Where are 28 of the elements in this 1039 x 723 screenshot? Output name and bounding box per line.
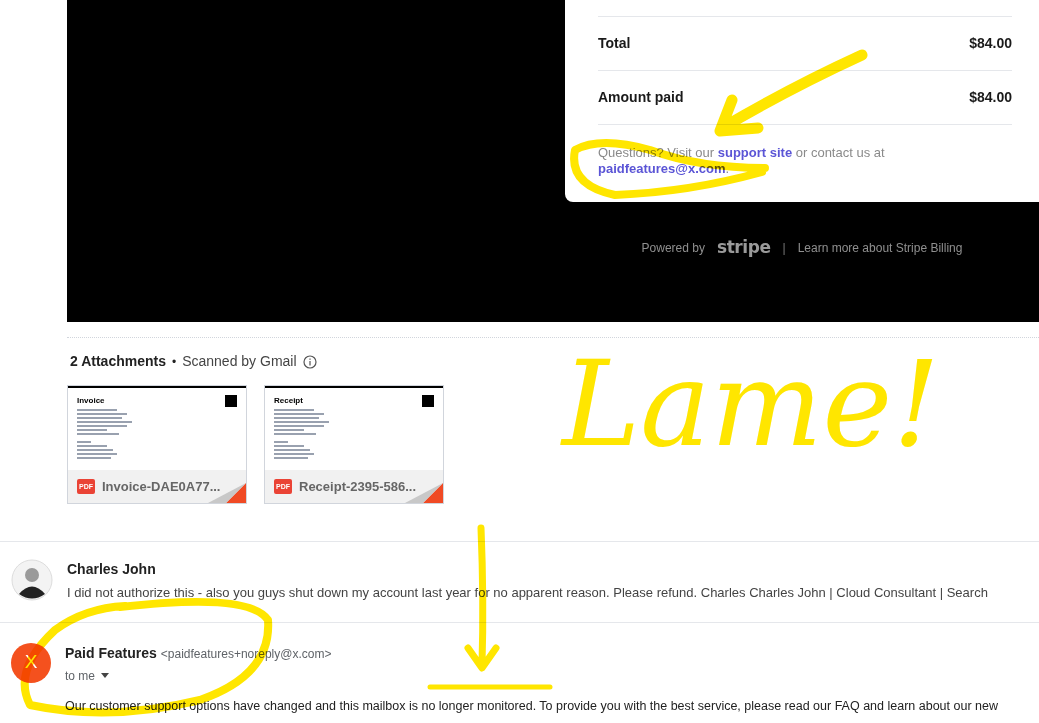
logo-icon <box>422 395 434 407</box>
sender-name: Charles John <box>67 560 156 579</box>
document-title: Invoice <box>77 396 105 405</box>
separator-text: | <box>782 239 786 257</box>
receipt-amount: $84.00 <box>969 88 1012 107</box>
stripe-logo: stripe <box>716 236 771 259</box>
logo-icon <box>225 395 237 407</box>
avatar-silhouette <box>11 559 53 601</box>
support-link[interactable]: support site <box>717 145 793 160</box>
attachments-count: 2 Attachments <box>70 352 166 371</box>
learn-more-link[interactable]: Learn more about Stripe Billing <box>797 238 963 257</box>
receipt-amount: $84.00 <box>969 34 1012 53</box>
attachment-filename: Invoice-DAE0A77... <box>102 477 221 496</box>
document-preview-lines <box>274 409 329 459</box>
sender-name: Paid Features <box>65 643 157 663</box>
separator-dot: • <box>171 353 177 371</box>
recipient-label: to me <box>65 667 95 685</box>
receipt-label: Total <box>598 34 631 53</box>
scanned-label: Scanned by Gmail <box>182 352 297 371</box>
powered-by-text: Powered by <box>641 239 705 257</box>
handwritten-note: Lame! <box>562 345 940 463</box>
receipt-label: Amount paid <box>598 88 684 107</box>
attachment-filename: Receipt-2395-586... <box>299 477 417 496</box>
caret-icon[interactable] <box>101 673 109 678</box>
document-preview-lines <box>77 409 132 459</box>
document-title: Receipt <box>274 396 303 405</box>
info-icon[interactable] <box>302 354 317 369</box>
email-link[interactable]: paidfeatures@x.com <box>598 161 726 176</box>
